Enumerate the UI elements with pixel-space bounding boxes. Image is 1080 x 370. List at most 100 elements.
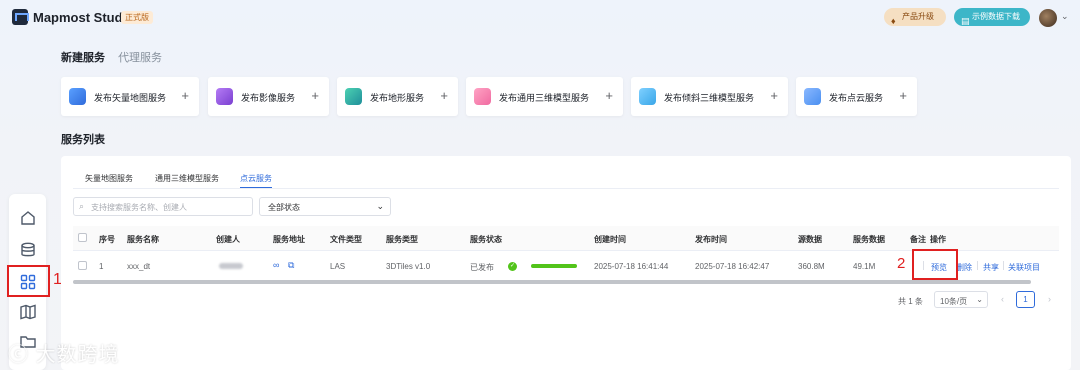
app-name: Mapmost Studio <box>33 10 135 25</box>
next-page-icon[interactable]: › <box>1041 291 1058 308</box>
page-number-current[interactable]: 1 <box>1016 291 1035 308</box>
divider <box>73 188 1059 189</box>
row-checkbox[interactable] <box>78 261 87 270</box>
card-label: 发布矢量地图服务 <box>94 93 167 103</box>
copy-icon[interactable]: ⧉ <box>288 260 294 271</box>
select-all-checkbox[interactable] <box>78 233 87 242</box>
delete-button[interactable]: 删除 <box>956 262 972 273</box>
card-label: 发布通用三维模型服务 <box>499 93 590 103</box>
tab-point-cloud-service[interactable]: 点云服务 <box>240 173 272 189</box>
card-label: 发布影像服务 <box>241 93 296 103</box>
edition-badge: 正式版 <box>121 11 153 24</box>
status-select[interactable]: 全部状态 ⌄ <box>259 197 391 216</box>
card-label: 发布倾斜三维模型服务 <box>664 93 755 103</box>
page-size-select[interactable]: 10条/页 ⌄ <box>934 291 988 308</box>
card-publish-3d-model[interactable]: 发布通用三维模型服务 + <box>466 77 623 116</box>
cube-icon <box>474 88 491 105</box>
cell-service-name: xxx_dt <box>127 262 151 271</box>
page-size-value: 10条/页 <box>940 297 968 306</box>
card-publish-terrain[interactable]: 发布地形服务 + <box>337 77 458 116</box>
service-list-panel: 矢量地图服务 通用三维模型服务 点云服务 ⌕ 支持搜索服务名称、创建人 全部状态… <box>61 156 1071 370</box>
watermark-logo: ⓒ 大数跨境 <box>8 338 120 367</box>
chevron-down-icon: ⌄ <box>376 201 384 211</box>
cell-service-data: 49.1M <box>853 262 876 271</box>
database-icon[interactable] <box>18 240 38 260</box>
share-button[interactable]: 共享 <box>983 262 999 273</box>
card-publish-image[interactable]: 发布影像服务 + <box>208 77 329 116</box>
status-select-value: 全部状态 <box>268 203 300 212</box>
col-service-address: 服务地址 <box>273 235 305 244</box>
card-label: 发布地形服务 <box>370 93 425 103</box>
top-header: Mapmost Studio 正式版 ♦ 产品升级 ▤ 示例数据下载 ⌄ <box>0 0 1080 36</box>
upgrade-button[interactable]: ♦ 产品升级 <box>884 8 946 26</box>
plus-icon[interactable]: + <box>311 88 319 103</box>
watermark-mark: ⓒ <box>8 344 36 366</box>
annotation-box-2 <box>912 249 958 280</box>
card-publish-tilt-model[interactable]: 发布倾斜三维模型服务 + <box>631 77 788 116</box>
cell-service-type: 3DTiles v1.0 <box>386 262 431 271</box>
terrain-icon <box>345 88 362 105</box>
search-input[interactable]: ⌕ 支持搜索服务名称、创建人 <box>73 197 253 216</box>
cell-file-type: LAS <box>330 262 346 271</box>
plus-icon[interactable]: + <box>440 88 448 103</box>
col-published-time: 发布时间 <box>695 235 727 244</box>
tab-new-service[interactable]: 新建服务 <box>61 52 105 64</box>
watermark-text: 大数跨境 <box>35 344 120 366</box>
home-icon[interactable] <box>18 208 38 228</box>
tab-3d-model-service[interactable]: 通用三维模型服务 <box>155 173 219 184</box>
upgrade-label: 产品升级 <box>902 12 934 21</box>
annotation-box-1 <box>7 265 50 297</box>
col-source-data: 源数据 <box>798 235 822 244</box>
plus-icon[interactable]: + <box>899 88 907 103</box>
plus-icon[interactable]: + <box>605 88 613 103</box>
search-icon: ⌕ <box>79 201 85 211</box>
cell-creator-redacted <box>219 263 243 269</box>
top-tabs: 新建服务 代理服务 <box>61 49 172 65</box>
col-created-time: 创建时间 <box>594 235 626 244</box>
horizontal-scrollbar[interactable] <box>73 280 1031 284</box>
col-remark: 备注 <box>910 235 926 244</box>
col-service-status: 服务状态 <box>470 235 502 244</box>
card-label: 发布点云服务 <box>829 93 884 103</box>
app-logo[interactable] <box>12 9 29 25</box>
globe-icon <box>69 88 86 105</box>
chevron-down-icon[interactable]: ⌄ <box>1061 11 1069 22</box>
download-icon: ▤ <box>961 16 970 26</box>
annotation-label-2: 2 <box>897 255 906 272</box>
link-icon[interactable]: ∞ <box>273 260 279 270</box>
col-file-type: 文件类型 <box>330 235 362 244</box>
card-publish-vector-map[interactable]: 发布矢量地图服务 + <box>61 77 199 116</box>
link-project-button[interactable]: 关联项目 <box>1008 262 1040 273</box>
chevron-down-icon: ⌄ <box>976 295 983 304</box>
col-service-type: 服务类型 <box>386 235 418 244</box>
divider <box>1003 261 1004 270</box>
bell-icon: ♦ <box>891 16 896 26</box>
tab-proxy-service[interactable]: 代理服务 <box>118 52 162 64</box>
tab-vector-map-service[interactable]: 矢量地图服务 <box>85 173 133 184</box>
col-index: 序号 <box>99 235 115 244</box>
cell-created-time: 2025-07-18 16:41:44 <box>594 262 669 271</box>
map-icon[interactable] <box>18 302 38 322</box>
plus-icon[interactable]: + <box>181 88 189 103</box>
card-publish-point-cloud[interactable]: 发布点云服务 + <box>796 77 917 116</box>
image-service-icon <box>216 88 233 105</box>
status-progress-bar <box>531 264 577 268</box>
col-service-name: 服务名称 <box>127 235 159 244</box>
sample-data-download-button[interactable]: ▤ 示例数据下载 <box>954 8 1030 26</box>
search-placeholder: 支持搜索服务名称、创建人 <box>91 203 187 212</box>
col-actions: 操作 <box>930 235 946 244</box>
cell-source-data: 360.8M <box>798 262 825 271</box>
col-service-data: 服务数据 <box>853 235 885 244</box>
total-count: 共 1 条 <box>898 297 923 306</box>
prev-page-icon[interactable]: ‹ <box>994 291 1011 308</box>
tilt-model-icon <box>639 88 656 105</box>
check-circle-icon: ✓ <box>508 262 517 271</box>
col-creator: 创建人 <box>216 235 240 244</box>
cell-published-time: 2025-07-18 16:42:47 <box>695 262 770 271</box>
plus-icon[interactable]: + <box>770 88 778 103</box>
avatar[interactable] <box>1039 9 1057 27</box>
section-title: 服务列表 <box>61 134 105 146</box>
download-label: 示例数据下载 <box>972 12 1020 21</box>
cell-status: 已发布 <box>470 263 494 272</box>
divider <box>977 261 978 270</box>
